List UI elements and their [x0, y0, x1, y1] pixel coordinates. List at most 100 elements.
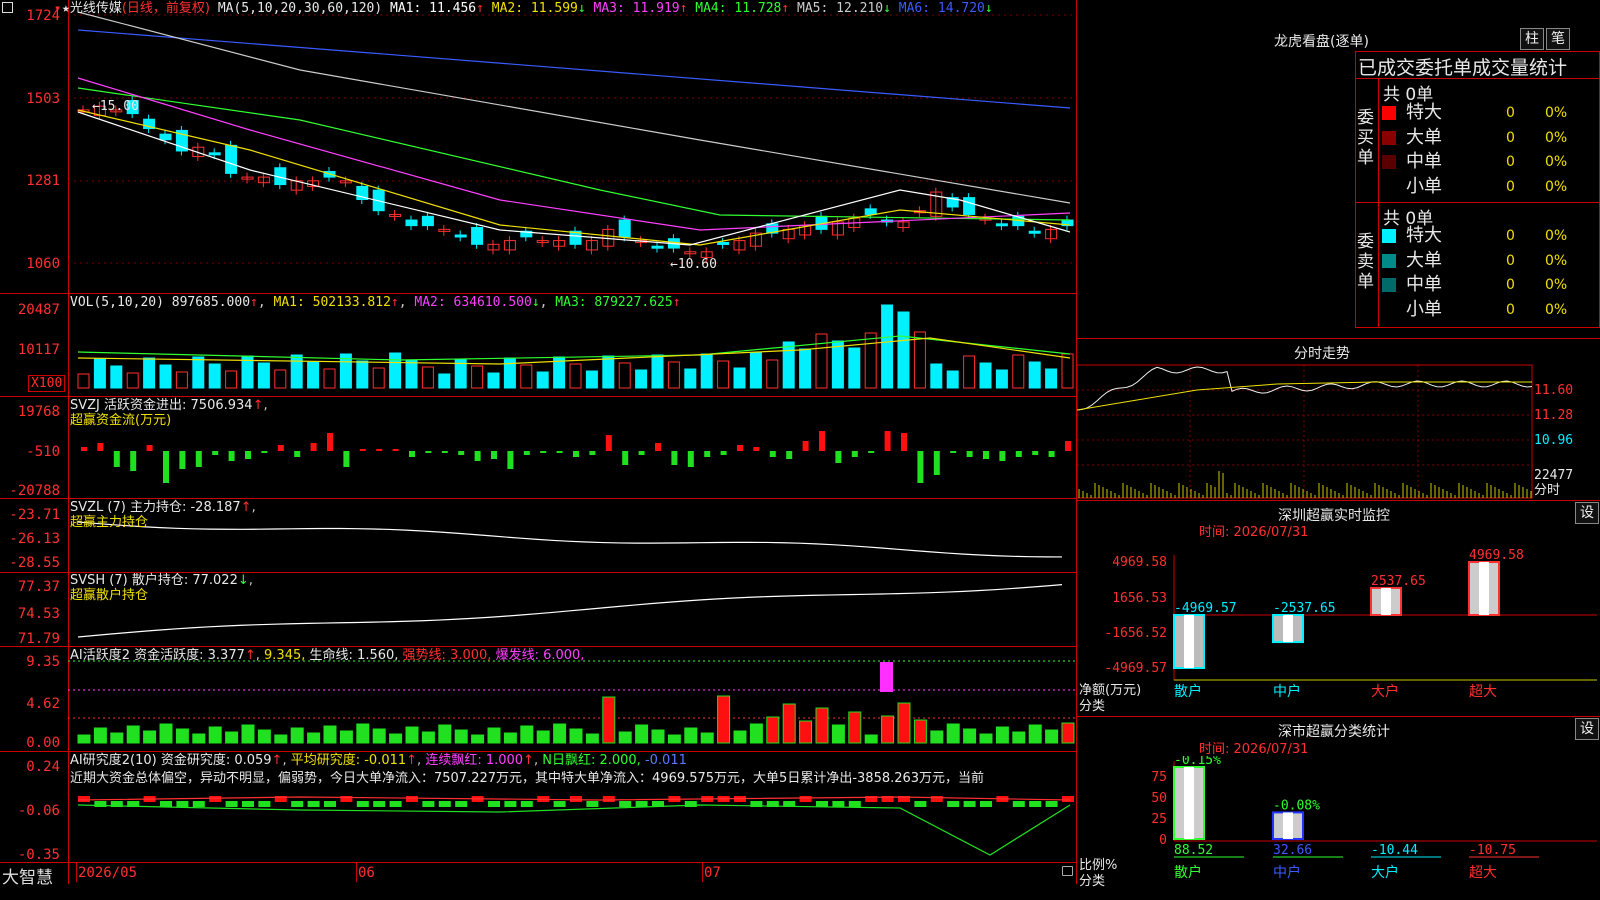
flow-bar [359, 449, 366, 451]
volume-bar [733, 367, 746, 389]
volume-bar [323, 368, 336, 389]
stock-name[interactable]: 光线传媒 [70, 1, 122, 16]
intraday-chart[interactable] [1077, 362, 1600, 500]
pin-icon[interactable]: ▾ [54, 1, 61, 15]
class-settings-button[interactable]: 设 [1575, 718, 1599, 740]
activity-bar [979, 733, 993, 744]
volume-bar [799, 348, 812, 389]
ai-active-title-bar: AI活跃度2 资金活跃度: 3.377↑, 9.345, 生命线: 1.560,… [70, 648, 585, 663]
flow-bar [573, 451, 579, 457]
legend-swatch [1382, 278, 1396, 292]
volume-bar [831, 340, 844, 389]
bar-mode-button[interactable]: 柱 [1520, 28, 1544, 50]
legend-swatch [1382, 130, 1396, 145]
lock-icon[interactable] [1062, 866, 1073, 876]
monitor-bar-label: -2537.65 [1273, 601, 1336, 616]
candle [159, 133, 172, 141]
intraday-y-tick: 10.96 [1534, 433, 1574, 448]
volume-bar [520, 364, 533, 389]
monitor-settings-button[interactable]: 设 [1575, 502, 1599, 524]
class-category: 超大 [1469, 865, 1497, 881]
activity-bar [77, 734, 91, 744]
flow-bar [458, 451, 465, 455]
research-bar [176, 801, 189, 807]
candle [963, 197, 976, 215]
flow-bar [966, 451, 973, 457]
activity-bar [815, 707, 829, 744]
volume-bar [503, 357, 516, 389]
intraday-frame-top [1077, 338, 1600, 339]
activity-bar [339, 730, 353, 744]
y-tick-ai-research: -0.35 [17, 847, 60, 863]
candle [208, 152, 221, 156]
activity-bar [684, 727, 698, 744]
research-bar [160, 801, 172, 807]
activity-bar [487, 727, 501, 744]
ai-active-v2: 9.345, [264, 648, 306, 663]
volume-bar [143, 357, 156, 389]
monitor-category: 超大 [1469, 684, 1497, 700]
class-bar-top-label: -0.15% [1174, 756, 1221, 768]
research-bar [816, 801, 828, 807]
activity-bar [766, 716, 780, 744]
ai-research-title-bar: AI研究度2(10) 资金研究度: 0.059↑, 平均研究度: -0.011↑… [70, 753, 687, 768]
flow-bar [425, 451, 432, 453]
dragon-row-pct: 0% [1545, 252, 1568, 269]
research-bar [209, 796, 222, 802]
volume-bar [274, 369, 287, 389]
monitor-category: 中户 [1273, 683, 1301, 700]
monitor-y-tick: -1656.52 [1104, 626, 1167, 641]
activity-bar [864, 734, 878, 744]
research-bar [619, 801, 632, 807]
legend-swatch [1382, 253, 1396, 268]
flow-bar [392, 449, 399, 451]
class-category: 大户 [1371, 864, 1399, 881]
volume-bar [635, 369, 648, 389]
x-tick-mark [702, 862, 703, 882]
star-icon: ★ [62, 1, 70, 16]
settings-icon[interactable] [2, 2, 13, 13]
activity-bar [881, 715, 895, 744]
flow-bar [113, 451, 120, 467]
volume-bar [77, 373, 90, 389]
kline-chart[interactable] [0, 0, 1077, 884]
candle [225, 144, 238, 174]
research-bar [78, 796, 90, 802]
research-bar [1045, 801, 1058, 807]
brand-logo[interactable]: 大智慧 [2, 863, 53, 888]
y-tick-svzl: -26.13 [9, 531, 60, 547]
flow-bar [343, 451, 350, 467]
flow-bar [655, 443, 661, 451]
volume-bar [208, 363, 221, 389]
research-bar [373, 801, 386, 807]
monitor-time: 时间: 2026/07/31 [1199, 525, 1309, 540]
flow-bar [1048, 451, 1055, 457]
y-tick-svsh: 77.37 [17, 579, 60, 595]
monitor-y-tick: -4969.57 [1104, 661, 1167, 676]
y-tick-price: 1281 [26, 173, 60, 189]
period-label[interactable]: (日线，前复权) [122, 1, 210, 16]
flow-bar [605, 435, 612, 451]
x-tick-date: 2026/05 [78, 865, 138, 881]
dragon-row-name: 中单 [1406, 274, 1442, 295]
ma1-line [77, 111, 1071, 246]
tick-mode-button[interactable]: 笔 [1546, 28, 1570, 50]
y-tick-price: 1503 [26, 91, 60, 107]
activity-bar [405, 726, 419, 744]
activity-bar [159, 723, 173, 744]
y-tick-price: 1060 [26, 256, 60, 272]
volume-bar [1012, 354, 1025, 389]
dragon-row-name: 中单 [1406, 151, 1442, 172]
activity-bar [635, 724, 649, 744]
dragon-row-pct: 0% [1545, 228, 1568, 244]
flow-bar [81, 447, 87, 451]
flow-bar [1015, 451, 1022, 457]
volume-bar [913, 331, 926, 389]
research-bar [520, 801, 533, 807]
flow-bar [261, 451, 268, 453]
class-frame-top [1077, 716, 1600, 717]
research-bar [684, 801, 697, 807]
x-tick-date: 06 [358, 865, 375, 881]
research-bar [258, 801, 271, 807]
activity-bar [192, 733, 206, 744]
